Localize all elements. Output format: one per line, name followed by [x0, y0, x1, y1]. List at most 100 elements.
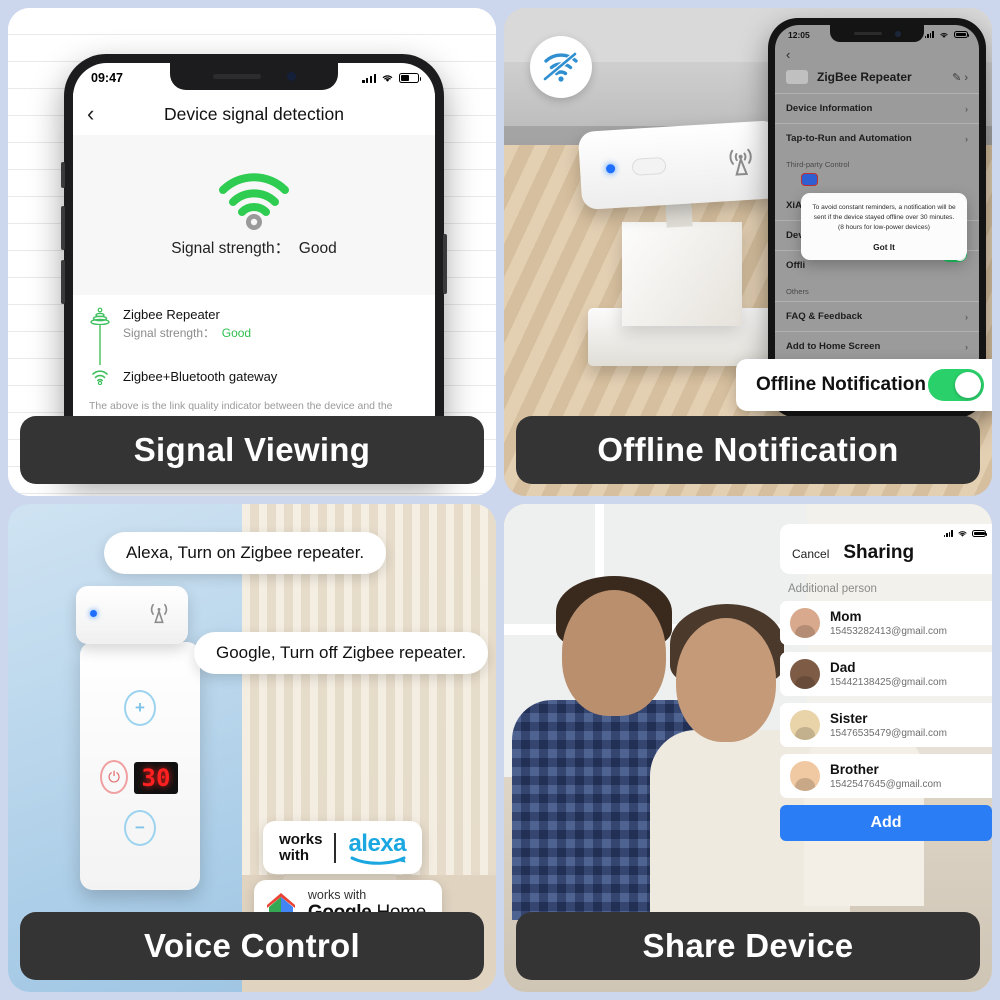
- avatar: [790, 608, 820, 638]
- alexa-wordmark: alexa: [348, 830, 406, 865]
- node-icon-column: [89, 307, 111, 365]
- works-line-1: works: [279, 830, 323, 848]
- person-info: Brother 1542547645@gmail.com: [830, 762, 941, 789]
- person-email: 1542547645@gmail.com: [830, 778, 942, 790]
- battery-icon: [972, 530, 988, 537]
- person-info: Dad 15442138425@gmail.com: [830, 660, 947, 687]
- status-indicators: [362, 73, 422, 83]
- works-with-label: works with: [307, 888, 367, 902]
- menu-item-device-information[interactable]: Device Information ›: [775, 93, 979, 123]
- node-text: Zigbee Repeater Signal strength： Good: [123, 307, 251, 365]
- table-row[interactable]: Sister 15476535479@gmail.com: [780, 703, 992, 747]
- nav-bar: ‹ Device signal detection: [73, 93, 435, 135]
- section-third-party-control: Third-party Control: [786, 160, 850, 169]
- additional-person-label: Additional person: [788, 583, 877, 595]
- device-thumbnail: [786, 70, 808, 84]
- phone-button-silent: [61, 162, 65, 188]
- phone-button-volume-up: [61, 206, 65, 250]
- wifi-off-badge: [530, 36, 592, 98]
- cellular-signal-icon: [924, 31, 934, 38]
- signal-strength-label: Signal strength：: [171, 240, 291, 257]
- antenna-icon: [150, 603, 168, 624]
- offline-notification-toggle[interactable]: [928, 369, 984, 401]
- signal-strength-value: Good: [298, 240, 337, 257]
- caption-voice-control: Voice Control: [20, 912, 484, 980]
- phone-button-power: [443, 234, 447, 294]
- plus-button[interactable]: +: [124, 690, 156, 726]
- person-name: Sister: [830, 711, 868, 727]
- earpiece-speaker: [212, 74, 261, 79]
- page-title: Sharing: [843, 542, 915, 563]
- person-info: Sister 15476535479@gmail.com: [830, 711, 947, 738]
- status-led: [605, 163, 616, 174]
- back-button[interactable]: ‹: [775, 44, 979, 62]
- antenna-icon: [729, 148, 752, 176]
- status-time: 09:47: [91, 71, 123, 85]
- minus-button[interactable]: −: [124, 810, 156, 846]
- repeater-node-icon: [90, 307, 110, 325]
- battery-icon: [954, 31, 970, 38]
- wall-switch-device: + ⏻ 30 −: [80, 642, 200, 890]
- page-title: Device signal detection: [164, 103, 344, 124]
- node-name: Zigbee+Bluetooth gateway: [123, 369, 278, 384]
- table-row[interactable]: Mom 15453282413@gmail.com: [780, 601, 992, 645]
- phone-screen-settings: 12:05 ‹ ZigBee Repeater ✎ › Device Infor…: [775, 25, 979, 411]
- menu-label: Add to Home Screen: [786, 341, 881, 352]
- status-indicators: [924, 31, 970, 39]
- cellular-signal-icon: [943, 530, 953, 537]
- device-button: [631, 156, 667, 176]
- sharing-header: Cancel Sharing: [780, 524, 992, 574]
- offline-tip-dialog: To avoid constant reminders, a notificat…: [801, 193, 967, 260]
- badge-divider: [334, 832, 337, 863]
- third-party-app-icon: [801, 173, 818, 186]
- wifi-signal-icon: [219, 173, 289, 230]
- panel-offline-notification: 12:05 ‹ ZigBee Repeater ✎ › Device Infor…: [504, 8, 992, 496]
- feature-grid: 09:47 ‹ Device signal detection Signal s…: [0, 0, 1000, 1000]
- man-head: [562, 590, 666, 716]
- section-others: Others: [786, 287, 809, 296]
- status-led: [90, 610, 97, 617]
- avatar: [790, 659, 820, 689]
- lcd-display: 30: [134, 762, 178, 794]
- socket-cube: [622, 222, 742, 326]
- power-icon[interactable]: ⏻: [100, 760, 128, 794]
- panel-share-device: Cancel Sharing Additional person Mom 154…: [504, 504, 992, 992]
- caption-offline-notification: Offline Notification: [516, 416, 980, 484]
- chevron-right-icon: ›: [965, 311, 968, 322]
- menu-item-tap-to-run[interactable]: Tap-to-Run and Automation ›: [775, 123, 979, 153]
- got-it-button[interactable]: Got It: [810, 242, 958, 252]
- menu-label: FAQ & Feedback: [786, 311, 863, 322]
- amazon-smile-icon: [350, 856, 407, 865]
- earpiece-speaker: [853, 31, 882, 36]
- device-header[interactable]: ZigBee Repeater ✎ ›: [775, 62, 979, 93]
- table-row[interactable]: Brother 1542547645@gmail.com: [780, 754, 992, 798]
- wifi-icon: [940, 32, 948, 38]
- caption-share-device: Share Device: [516, 912, 980, 980]
- works-line-2: with: [279, 846, 310, 864]
- phone-screen-signal: 09:47 ‹ Device signal detection Signal s…: [73, 63, 435, 474]
- signal-hero: Signal strength： Good: [73, 135, 435, 295]
- menu-item-add-to-home-screen[interactable]: Add to Home Screen ›: [775, 331, 979, 361]
- pencil-icon[interactable]: ✎ ›: [952, 71, 968, 84]
- person-name: Brother: [830, 762, 879, 778]
- chevron-right-icon: ›: [965, 103, 968, 114]
- signal-strength-readout: Signal strength： Good: [171, 236, 336, 258]
- cellular-signal-icon: [362, 73, 376, 83]
- person-info: Mom 15453282413@gmail.com: [830, 609, 947, 636]
- node-text: Zigbee+Bluetooth gateway: [123, 369, 277, 385]
- list-item: Zigbee Repeater Signal strength： Good: [89, 307, 419, 365]
- sharing-title-row: Cancel Sharing: [792, 542, 986, 564]
- cancel-button[interactable]: Cancel: [792, 547, 829, 561]
- zigbee-repeater-device: [76, 586, 188, 644]
- avatar: [790, 761, 820, 791]
- node-strength-label: Signal strength：: [123, 326, 216, 340]
- person-name: Dad: [830, 660, 856, 676]
- table-row[interactable]: Dad 15442138425@gmail.com: [780, 652, 992, 696]
- phone-mockup-signal: 09:47 ‹ Device signal detection Signal s…: [61, 54, 447, 474]
- menu-item-faq-feedback[interactable]: FAQ & Feedback ›: [775, 301, 979, 331]
- phone-notch: [170, 63, 338, 90]
- offline-notification-overlay: Offline Notification: [736, 359, 992, 411]
- add-button[interactable]: Add: [780, 805, 992, 841]
- wifi-icon: [382, 75, 393, 82]
- works-with-alexa-badge: works with alexa: [263, 821, 422, 874]
